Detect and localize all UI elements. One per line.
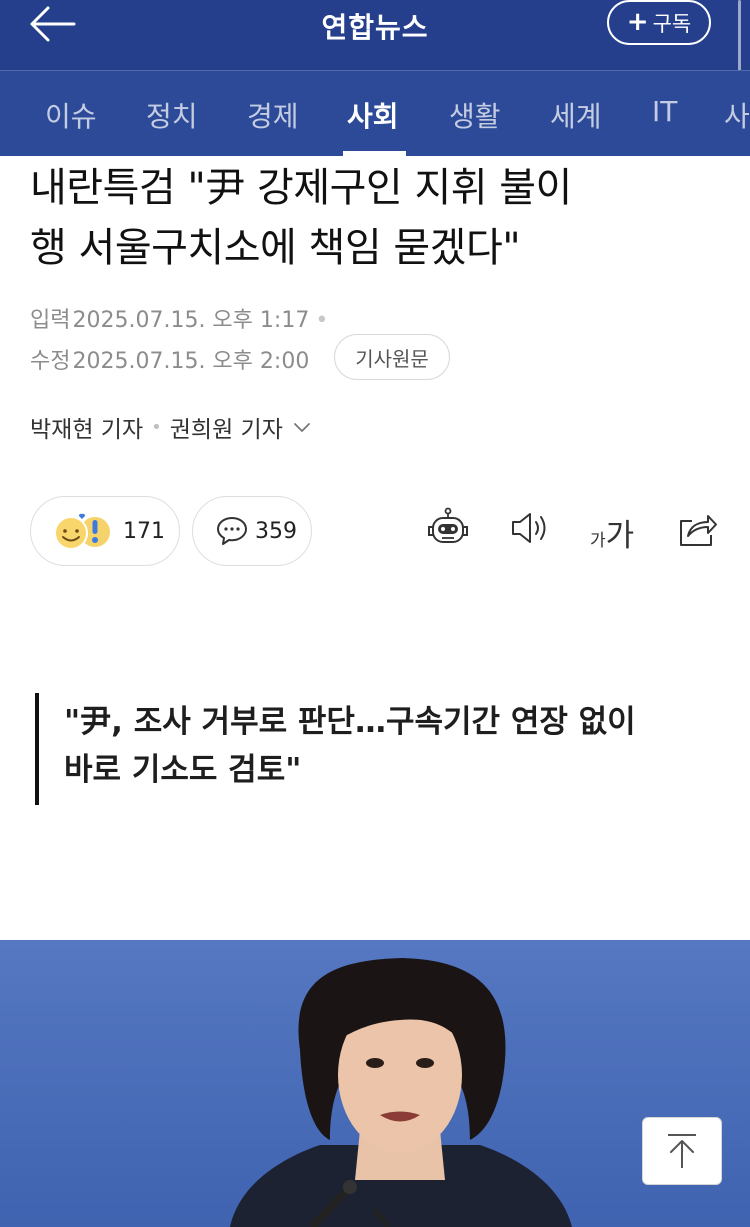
top-header: 연합뉴스 + 구독: [0, 0, 750, 80]
edit-timestamp: 수정2025.07.15. 오후 2:00: [30, 343, 309, 375]
share-icon: [680, 515, 717, 546]
comment-button[interactable]: 359: [192, 496, 312, 566]
subhead-quote-bar: [35, 693, 39, 805]
font-size-large-glyph: 가: [605, 518, 635, 554]
font-size-button[interactable]: 가가: [590, 510, 634, 555]
article-photo: [0, 940, 750, 1227]
reaction-button[interactable]: 171: [30, 496, 180, 566]
subscribe-button[interactable]: + 구독: [607, 0, 711, 45]
tab-more[interactable]: 사: [724, 95, 750, 135]
scrollbar: [738, 0, 741, 80]
tab-society[interactable]: 사회: [347, 95, 399, 135]
input-time: 2025.07.15. 오후 1:17: [72, 308, 310, 333]
tab-world[interactable]: 세계: [550, 95, 602, 135]
tab-politics[interactable]: 정치: [146, 95, 198, 135]
active-tab-indicator: [343, 151, 406, 156]
share-button[interactable]: [676, 505, 726, 555]
speaker-icon: [512, 513, 546, 543]
headline-line-2: 행 서울구치소에 책임 묻겠다": [30, 225, 521, 271]
original-article-button[interactable]: 기사원문: [334, 334, 450, 380]
subscribe-label: 구독: [652, 11, 692, 36]
scroll-to-top-button[interactable]: [642, 1117, 722, 1185]
comment-bubble-icon: [217, 517, 247, 545]
comment-count: 359: [255, 518, 297, 544]
author-1: 박재현 기자: [30, 417, 144, 443]
edit-time: 2025.07.15. 오후 2:00: [72, 349, 310, 374]
ai-robot-icon: [428, 507, 468, 543]
tab-economy[interactable]: 경제: [247, 95, 299, 135]
photo-illustration: [0, 940, 750, 1227]
reaction-count: 171: [123, 518, 165, 544]
meta-separator: •: [315, 308, 329, 333]
input-timestamp: 입력2025.07.15. 오후 1:17 •: [30, 302, 328, 334]
article-subheadline: "尹, 조사 거부로 판단…구속기간 연장 없이 바로 기소도 검토": [64, 698, 714, 794]
headline-line-1: 내란특검 "尹 강제구인 지휘 불이: [30, 165, 572, 211]
article-headline: 내란특검 "尹 강제구인 지휘 불이 행 서울구치소에 책임 묻겠다": [30, 158, 730, 278]
byline[interactable]: 박재현 기자 • 권희원 기자: [30, 410, 311, 444]
tab-it[interactable]: IT: [652, 95, 677, 128]
emoji-reaction-icon: [54, 513, 110, 550]
chevron-down-icon: [293, 423, 310, 432]
byline-separator: •: [151, 416, 162, 438]
section-nav: 이슈 정치 경제 사회 생활 세계 IT 사: [0, 70, 750, 156]
edit-label: 수정: [30, 349, 71, 374]
text-to-speech-button[interactable]: [510, 505, 560, 555]
ai-summary-button[interactable]: [425, 505, 475, 555]
tab-life[interactable]: 생활: [449, 95, 501, 135]
plus-icon: +: [626, 6, 649, 37]
subhead-line-1: "尹, 조사 거부로 판단…구속기간 연장 없이: [64, 704, 636, 740]
subhead-line-2: 바로 기소도 검토": [64, 752, 302, 788]
input-label: 입력: [30, 308, 71, 333]
arrow-up-icon: [668, 1134, 696, 1168]
font-size-small-glyph: 가: [590, 531, 606, 551]
author-2: 권희원 기자: [169, 417, 283, 443]
tab-issue[interactable]: 이슈: [45, 95, 97, 135]
